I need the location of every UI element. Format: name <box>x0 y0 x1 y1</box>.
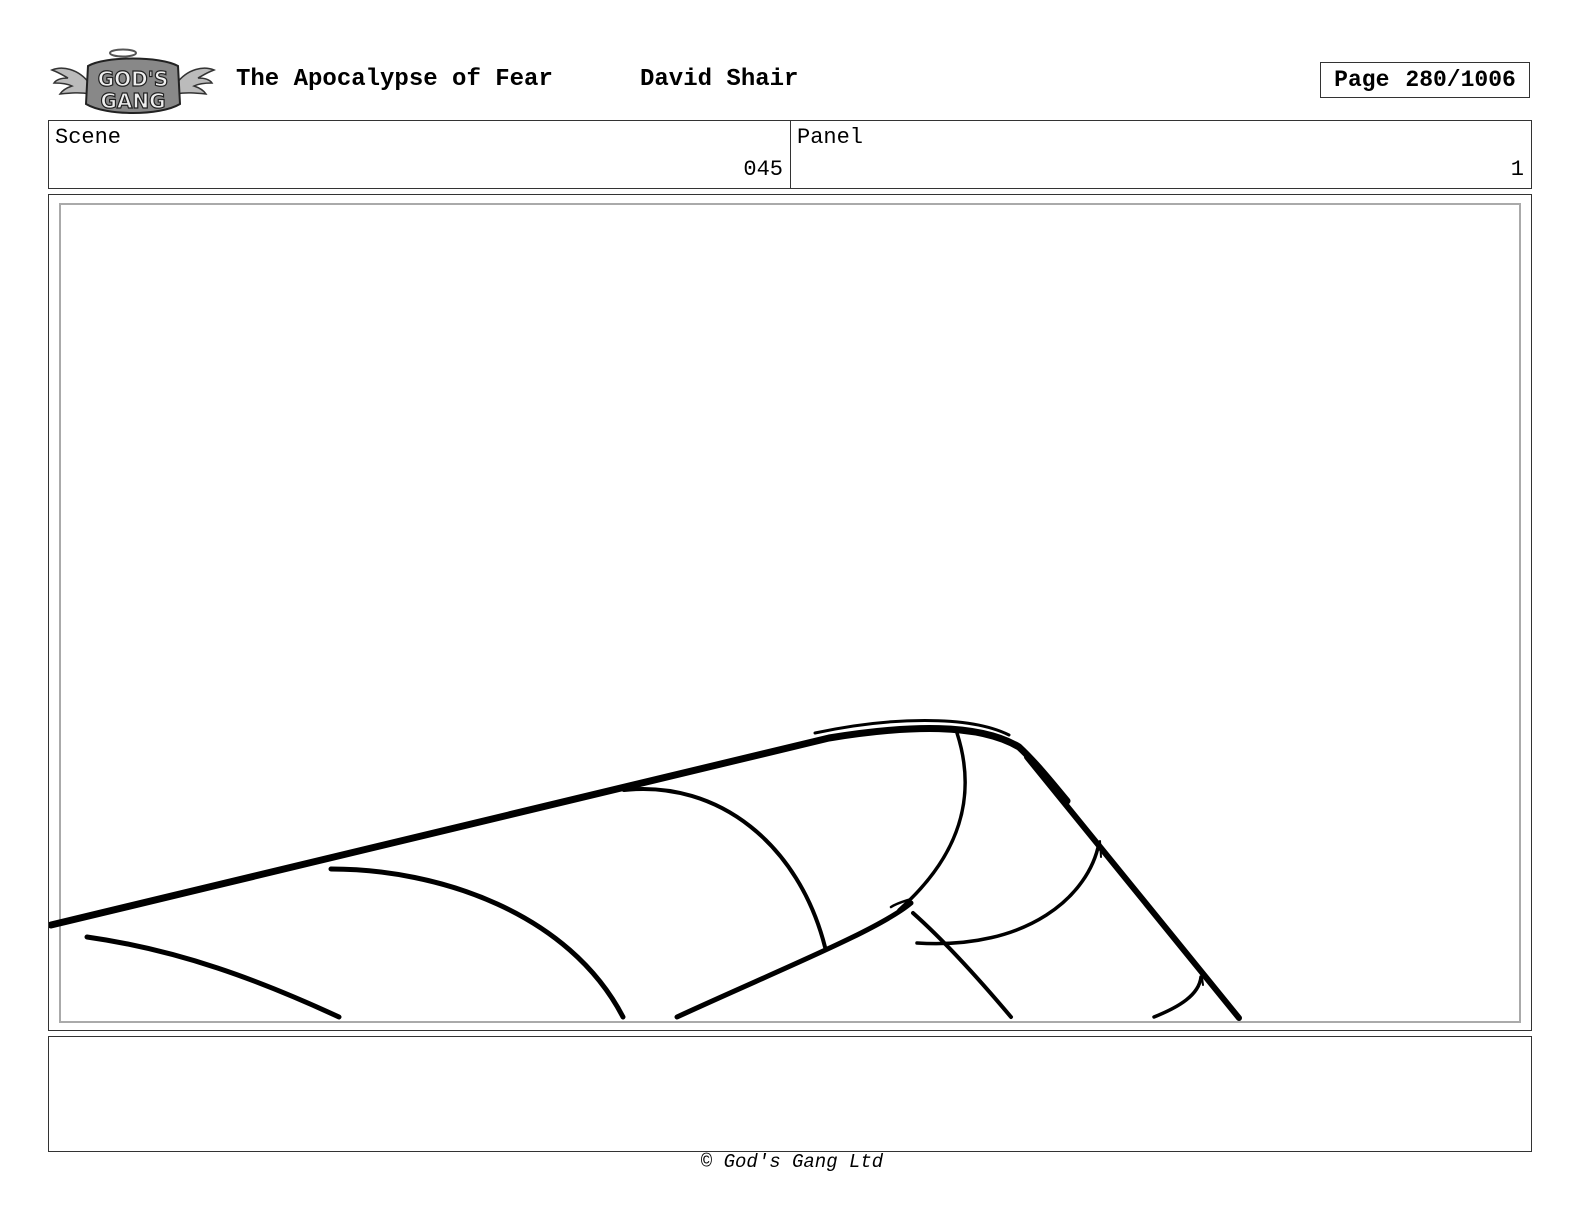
scene-label: Scene <box>55 125 122 150</box>
storyboard-drawing <box>49 719 1242 1021</box>
svg-text:GANG: GANG <box>100 89 165 113</box>
svg-text:GOD'S: GOD'S <box>98 67 169 91</box>
page-label: Page <box>1334 67 1390 93</box>
author-name: David Shair <box>640 66 799 93</box>
project-title: The Apocalypse of Fear <box>236 66 553 93</box>
page-indicator: Page 280/1006 <box>1320 62 1530 98</box>
gods-gang-logo: GOD'S GANG <box>50 48 216 114</box>
scene-value: 045 <box>743 157 783 182</box>
notes-box <box>48 1036 1532 1152</box>
page-number: 280/1006 <box>1405 67 1516 93</box>
scene-panel-row: Scene 045 Panel 1 <box>48 120 1532 189</box>
panel-cell: Panel 1 <box>791 121 1531 188</box>
scene-cell: Scene 045 <box>49 121 791 188</box>
copyright-footer: © God's Gang Ltd <box>700 1151 884 1173</box>
panel-value: 1 <box>1510 157 1524 182</box>
panel-label: Panel <box>797 125 864 150</box>
